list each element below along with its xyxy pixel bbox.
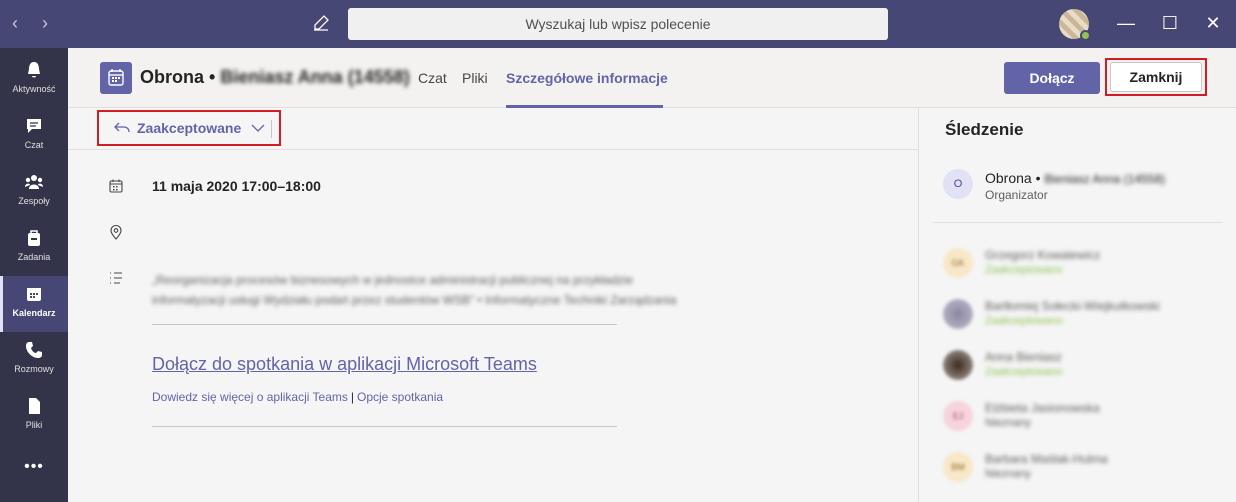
learn-more-link[interactable]: Dowiedz się więcej o aplikacji Teams (152, 390, 348, 404)
page-title: Obrona • Bieniasz Anna (14558) (140, 67, 410, 88)
divider (271, 120, 272, 138)
avatar: EJ (943, 401, 973, 431)
rail-label: Zadania (17, 252, 51, 262)
meeting-links: Dowiedz się więcej o aplikacji Teams | Opc… (152, 390, 443, 404)
minimize-button[interactable]: — (1114, 12, 1138, 34)
rail-item-activity[interactable]: Aktywność (0, 52, 68, 108)
attendee-status: Nieznany (985, 417, 1031, 429)
attendee-row[interactable]: GK Grzegorz Kowalewicz Zaakceptowano (943, 248, 1233, 288)
app-rail: Aktywność Czat Zespoły Zadania Kalendarz… (0, 48, 68, 502)
bell-icon (28, 62, 40, 78)
avatar: O (943, 169, 973, 199)
rail-label: Pliki (25, 420, 43, 430)
meeting-title-redacted: Bieniasz Anna (14558) (220, 67, 410, 87)
user-avatar[interactable] (1059, 9, 1091, 41)
rail-item-chat[interactable]: Czat (0, 108, 68, 164)
organizer-name-redacted: Bieniasz Anna (14558) (1044, 172, 1166, 186)
rsvp-toolbar: Zaakceptowane (68, 108, 918, 150)
rail-label: Zespoły (18, 196, 50, 206)
rail-item-calls[interactable]: Rozmowy (0, 332, 68, 388)
divider (152, 426, 617, 427)
tasks-icon (28, 230, 40, 246)
more-icon: ••• (24, 458, 44, 475)
search-input[interactable]: Wyszukaj lub wpisz polecenie (348, 8, 888, 40)
rail-label: Czat (24, 140, 44, 150)
tab-details[interactable]: Szczegółowe informacje (506, 70, 668, 86)
tracking-panel: Śledzenie O Obrona • Bieniasz Anna (1455… (918, 108, 1236, 502)
calendar-badge (100, 62, 132, 94)
description-icon (110, 272, 122, 284)
rail-item-calendar[interactable]: Kalendarz (0, 276, 68, 332)
attendee-name: Barbara Maślak-Hulma (985, 452, 1108, 466)
divider (152, 324, 617, 325)
rail-label: Rozmowy (14, 364, 54, 374)
avatar: GK (943, 248, 973, 278)
join-button[interactable]: Dołącz (1004, 62, 1100, 94)
forward-arrow-icon[interactable]: › (42, 14, 48, 32)
attendee-status: Nieznany (985, 468, 1031, 480)
close-button-highlight: Zamknij (1105, 58, 1207, 96)
status-indicator (1080, 30, 1091, 41)
phone-icon (26, 342, 42, 358)
rsvp-dropdown[interactable]: Zaakceptowane (97, 110, 281, 146)
attendee-name: Bartłomiej Sołecki-Wiejkutkowski (985, 299, 1160, 313)
attendee-status: Zaakceptowano (985, 315, 1063, 327)
avatar (943, 299, 973, 329)
rail-item-tasks[interactable]: Zadania (0, 220, 68, 276)
maximize-button[interactable]: ☐ (1158, 12, 1182, 34)
calendar-icon (109, 179, 123, 193)
rail-label: Aktywność (12, 84, 56, 94)
rail-item-teams[interactable]: Zespoły (0, 164, 68, 220)
rsvp-label: Zaakceptowane (137, 120, 242, 136)
rail-item-more[interactable]: ••• (0, 448, 68, 502)
meeting-description: „Reorganizacja procesów biznesowych w je… (152, 270, 782, 310)
attendee-row[interactable]: Bartłomiej Sołecki-Wiejkutkowski Zaakcep… (943, 299, 1233, 339)
join-teams-link[interactable]: Dołącz do spotkania w aplikacji Microsof… (152, 354, 537, 375)
divider (933, 222, 1223, 223)
attendee-name: Grzegorz Kowalewicz (985, 248, 1101, 262)
meeting-header: Obrona • Bieniasz Anna (14558) Czat Plik… (68, 48, 1236, 108)
organizer-role: Organizator (985, 188, 1048, 202)
attendee-status: Zaakceptowano (985, 366, 1063, 378)
meeting-options-link[interactable]: Opcje spotkania (357, 390, 443, 404)
teams-icon (25, 175, 43, 189)
attendee-name: Anna Bieniasz (985, 350, 1062, 364)
back-arrow-icon[interactable]: ‹ (12, 14, 18, 32)
calendar-icon (108, 69, 124, 86)
avatar: BM (943, 452, 973, 482)
close-window-button[interactable]: ✕ (1201, 12, 1225, 34)
meeting-datetime: 11 maja 2020 17:00–18:00 (152, 178, 321, 194)
rail-item-files[interactable]: Pliki (0, 388, 68, 444)
calendar-icon (27, 288, 41, 301)
avatar (943, 350, 973, 380)
attendee-status: Zaakceptowano (985, 264, 1063, 276)
title-bar: ‹ › Wyszukaj lub wpisz polecenie — ☐ ✕ (0, 0, 1236, 48)
meeting-details: 11 maja 2020 17:00–18:00 „Reorganizacja … (68, 150, 918, 502)
organizer-name-text: Obrona • (985, 170, 1041, 186)
tab-files[interactable]: Pliki (462, 70, 488, 86)
rail-label: Kalendarz (12, 308, 56, 318)
attendee-row[interactable]: Anna Bieniasz Zaakceptowano (943, 350, 1233, 390)
tab-chat[interactable]: Czat (418, 70, 447, 86)
link-separator: | (350, 390, 354, 404)
chevron-down-icon (251, 124, 265, 132)
attendee-row[interactable]: BM Barbara Maślak-Hulma Nieznany (943, 452, 1233, 492)
reply-arrow-icon (114, 122, 130, 133)
tracking-title: Śledzenie (945, 120, 1024, 139)
attendee-row[interactable]: EJ Elżbieta Jasionowska Nieznany (943, 401, 1233, 441)
organizer-name: Obrona • Bieniasz Anna (14558) (985, 170, 1165, 186)
location-icon (110, 224, 122, 240)
description-line: informatyzacji usługi Wydziału podań prz… (152, 293, 677, 307)
description-line: „Reorganizacja procesów biznesowych w je… (152, 273, 633, 287)
compose-icon[interactable] (312, 14, 330, 32)
close-button[interactable]: Zamknij (1110, 62, 1202, 92)
attendee-name: Elżbieta Jasionowska (985, 401, 1100, 415)
chat-icon (27, 119, 41, 133)
files-icon (29, 398, 40, 414)
meeting-title: Obrona • (140, 67, 216, 87)
